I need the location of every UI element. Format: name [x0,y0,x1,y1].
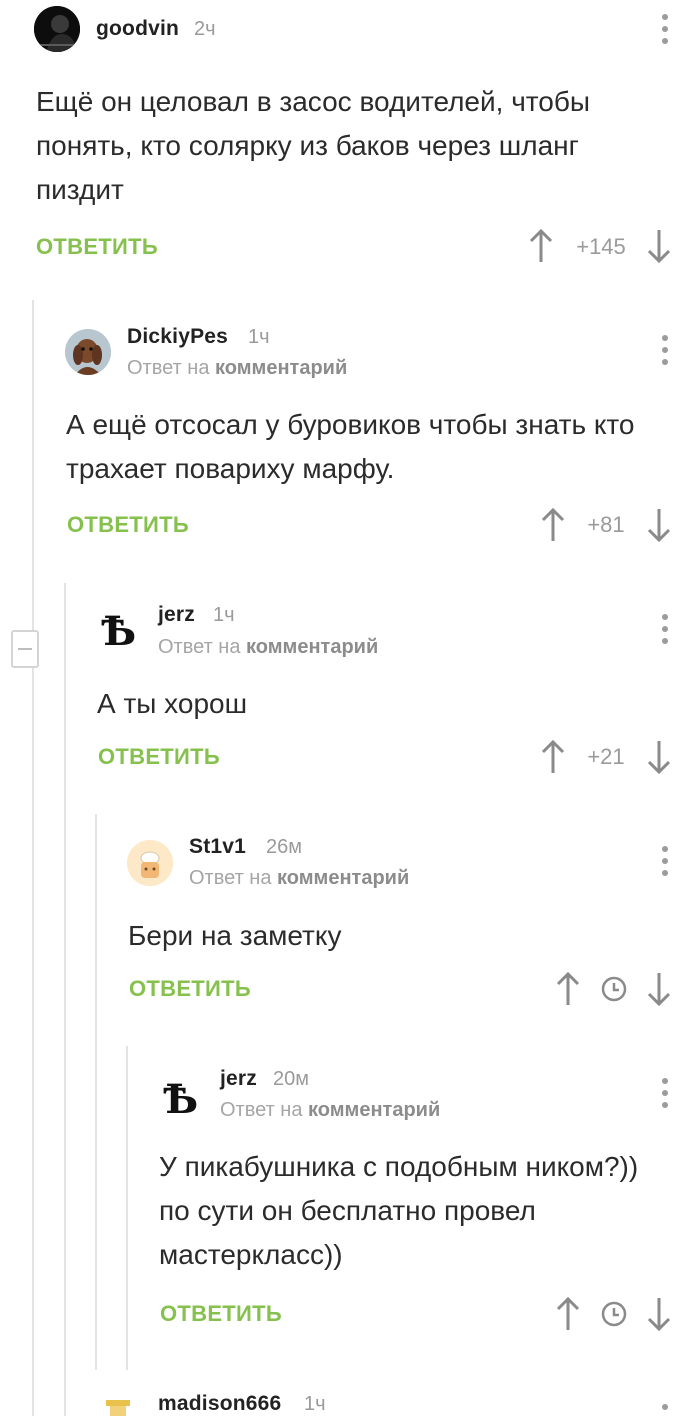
thread-line-level-3 [95,814,97,1370]
avatar-image [106,1400,130,1416]
reply-button[interactable]: ОТВЕТИТЬ [67,512,189,538]
avatar[interactable] [127,840,173,886]
clock-icon [601,976,627,1002]
arrow-up-icon[interactable] [554,971,582,1007]
reply-button[interactable]: ОТВЕТИТЬ [129,976,251,1002]
avatar[interactable] [100,1398,136,1416]
vote-score: +21 [587,744,625,769]
reply-to-link[interactable]: комментарий [308,1099,440,1121]
reply-button[interactable]: ОТВЕТИТЬ [36,234,158,260]
comment-text: У пикабушника с подобным ником?)) по сут… [159,1151,639,1270]
reply-to-prefix: Ответ на [127,357,210,379]
thread-line-level-1 [32,300,34,1416]
avatar[interactable] [65,329,111,375]
reply-to-link[interactable]: комментарий [215,357,347,379]
author-name[interactable]: jerz [220,1067,257,1091]
comment-menu-button[interactable] [660,1078,670,1112]
reply-to-link[interactable]: комментарий [277,867,409,889]
reply-to-info: Ответ на комментарий [127,357,347,380]
author-name[interactable]: madison666 [158,1392,281,1416]
comment-time: 1ч [213,604,235,626]
collapse-thread-button[interactable] [11,630,39,668]
comment-menu-button[interactable] [660,846,670,880]
comment-menu-button[interactable] [660,1404,670,1416]
comment-text: Бери на заметку [128,920,342,951]
arrow-down-icon[interactable] [645,971,673,1007]
reply-to-info: Ответ на комментарий [220,1099,440,1122]
reply-to-link[interactable]: комментарий [246,636,378,658]
avatar[interactable] [34,6,80,52]
vote-score: +81 [587,512,625,537]
author-name[interactable]: DickiyPes [127,325,228,349]
reply-button[interactable]: ОТВЕТИТЬ [160,1301,282,1327]
comment-time: 20м [273,1068,309,1090]
comment-menu-button[interactable] [660,14,670,48]
reply-to-info: Ответ на комментарий [189,867,409,890]
reply-to-prefix: Ответ на [220,1099,303,1121]
avatar[interactable]: Ѣ [163,1076,198,1123]
author-name[interactable]: jerz [158,603,195,627]
thread-line-level-2 [64,583,66,1416]
comment-menu-button[interactable] [660,614,670,648]
comment-time: 26м [266,836,302,858]
arrow-up-icon[interactable] [539,507,567,543]
reply-to-prefix: Ответ на [158,636,241,658]
clock-icon [601,1301,627,1327]
arrow-down-icon[interactable] [645,228,673,264]
comment-time: 1ч [304,1393,326,1415]
reply-to-prefix: Ответ на [189,867,272,889]
arrow-up-icon[interactable] [554,1296,582,1332]
thread-line-level-4 [126,1046,128,1370]
comment-time: 2ч [194,18,216,40]
author-name[interactable]: St1v1 [189,835,246,859]
arrow-down-icon[interactable] [645,507,673,543]
avatar[interactable]: Ѣ [101,608,136,655]
avatar-image [127,840,173,886]
arrow-down-icon[interactable] [645,1296,673,1332]
comment-menu-button[interactable] [660,335,670,369]
comment-time: 1ч [248,326,270,348]
arrow-up-icon[interactable] [527,228,555,264]
comment-text: Ещё он целовал в засос водителей, чтобы … [36,86,591,205]
author-name[interactable]: goodvin [96,17,179,41]
arrow-down-icon[interactable] [645,739,673,775]
vote-score: +145 [576,234,626,259]
avatar-image [65,329,111,375]
comment-text: А ты хорош [97,688,248,719]
avatar-image [34,6,80,52]
reply-button[interactable]: ОТВЕТИТЬ [98,744,220,770]
reply-to-info: Ответ на комментарий [158,636,378,659]
comment-text: А ещё отсосал у буровиков чтобы знать кт… [66,409,635,484]
arrow-up-icon[interactable] [539,739,567,775]
